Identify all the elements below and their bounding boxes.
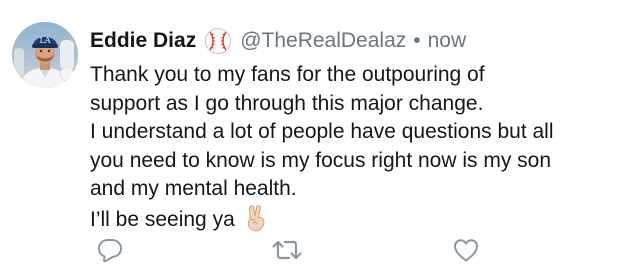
reply-button[interactable] [96,236,124,264]
tweet-text: Thank you to my fans for the outpouring … [90,61,635,234]
tweet-text-line: and my mental health. [90,177,297,200]
retweet-icon [272,240,302,260]
svg-text:LA: LA [39,36,50,45]
tweet-text-line: you need to know is my focus right now i… [90,148,552,172]
author-handle[interactable]: @TheRealDealaz [240,29,406,53]
avatar-photo: LA [12,22,78,88]
retweet-button[interactable] [272,236,302,264]
timestamp[interactable]: now [428,29,467,53]
tweet-text-line: support as I go through this major chang… [90,91,484,115]
tweet-header: Eddie Diaz @TheRealDealaz • now [90,24,466,58]
like-button[interactable] [452,236,480,264]
tweet-actions [0,236,639,266]
tweet-text-last-line: I’ll be seeing ya [90,204,635,235]
author-name[interactable]: Eddie Diaz [90,29,196,53]
baseball-icon [204,27,232,55]
avatar[interactable]: LA [12,22,78,88]
tweet-card[interactable]: LA Eddie Diaz @TheRealDealaz • now Thank… [0,0,639,275]
tweet-text-line: Thank you to my fans for the outpouring … [90,63,485,86]
reply-bubble-icon [98,239,122,263]
heart-icon [454,239,478,262]
victory-hand-icon [243,204,269,232]
tweet-text-line: I’ll be seeing ya [90,207,235,231]
separator-dot: • [413,29,421,52]
tweet-text-line: I understand a lot of people have questi… [90,120,554,143]
